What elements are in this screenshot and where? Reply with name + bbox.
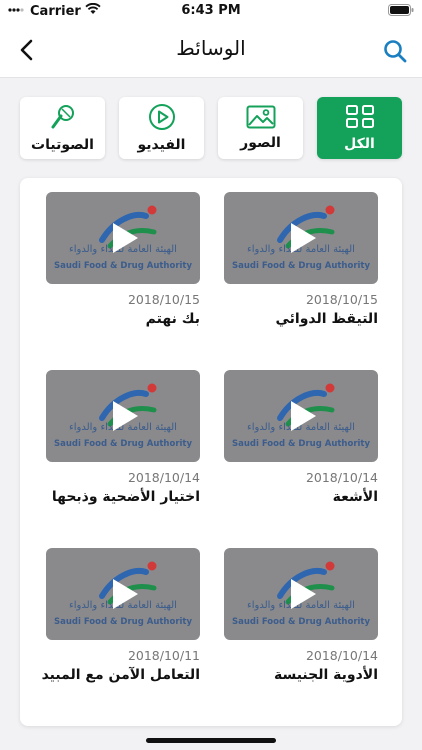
media-title: الأدوية الجنيسة [273, 667, 378, 683]
media-date: 2018/10/15 [127, 292, 200, 307]
org-name-en: Saudi Food & Drug Authority [231, 439, 371, 449]
play-icon[interactable] [105, 576, 141, 612]
org-name-en: Saudi Food & Drug Authority [231, 261, 371, 271]
tab-all[interactable]: الكل [317, 97, 402, 159]
media-item[interactable]: الهيئة العامة للغذاء والدواء Saudi Food &… [224, 370, 378, 505]
media-item[interactable]: الهيئة العامة للغذاء والدواء Saudi Food &… [46, 192, 200, 327]
media-title: التيقظ الدوائي [275, 311, 379, 327]
play-icon[interactable] [283, 398, 319, 434]
org-name-en: Saudi Food & Drug Authority [53, 617, 193, 627]
tab-audio[interactable]: الصوتيات [20, 97, 105, 159]
play-icon[interactable] [283, 220, 319, 256]
media-title: الأشعة [332, 489, 378, 505]
media-title: اختيار الأضحية وذبحها [51, 489, 200, 505]
microphone-icon [51, 105, 74, 129]
tab-video-label: الفيديو [137, 137, 186, 153]
media-date: 2018/10/15 [305, 292, 378, 307]
search-icon [384, 40, 407, 63]
media-item[interactable]: الهيئة العامة للغذاء والدواء Saudi Food &… [46, 370, 200, 505]
org-name-en: Saudi Food & Drug Authority [53, 439, 193, 449]
media-title: بك نهتم [145, 311, 200, 327]
video-thumbnail[interactable]: الهيئة العامة للغذاء والدواء Saudi Food &… [46, 548, 200, 640]
org-name-en: Saudi Food & Drug Authority [231, 617, 371, 627]
battery-icon [388, 4, 414, 20]
navigation-bar: الوسائط [0, 22, 422, 78]
video-thumbnail[interactable]: الهيئة العامة للغذاء والدواء Saudi Food &… [46, 370, 200, 462]
image-icon [246, 105, 275, 129]
tab-images-label: الصور [240, 135, 281, 151]
grid-icon [345, 105, 374, 128]
play-icon[interactable] [283, 576, 319, 612]
org-name-en: Saudi Food & Drug Authority [53, 261, 193, 271]
tab-audio-label: الصوتيات [31, 137, 94, 153]
media-filter-tabs: الكل الصور الفيديو الصوتيات [20, 97, 402, 159]
video-thumbnail[interactable]: الهيئة العامة للغذاء والدواء Saudi Food &… [224, 548, 378, 640]
tab-images[interactable]: الصور [218, 97, 303, 159]
media-date: 2018/10/14 [305, 648, 378, 663]
home-indicator [146, 738, 276, 743]
video-thumbnail[interactable]: الهيئة العامة للغذاء والدواء Saudi Food &… [224, 192, 378, 284]
status-time: 6:43 PM [181, 3, 241, 18]
tab-video[interactable]: الفيديو [119, 97, 204, 159]
play-circle-icon [148, 104, 175, 130]
media-grid: الهيئة العامة للغذاء والدواء Saudi Food &… [20, 178, 402, 726]
play-icon[interactable] [105, 398, 141, 434]
media-title: التعامل الآمن مع المبيد [41, 667, 200, 683]
status-bar: Carrier 6:43 PM [0, 0, 422, 22]
media-item[interactable]: الهيئة العامة للغذاء والدواء Saudi Food &… [224, 192, 378, 327]
media-list-card: الهيئة العامة للغذاء والدواء Saudi Food &… [20, 178, 402, 726]
play-icon[interactable] [105, 220, 141, 256]
media-date: 2018/10/14 [127, 470, 200, 485]
page-title: الوسائط [176, 36, 246, 60]
media-date: 2018/10/11 [127, 648, 200, 663]
video-thumbnail[interactable]: الهيئة العامة للغذاء والدواء Saudi Food &… [224, 370, 378, 462]
media-item[interactable]: الهيئة العامة للغذاء والدواء Saudi Food &… [224, 548, 378, 683]
media-item[interactable]: الهيئة العامة للغذاء والدواء Saudi Food &… [41, 548, 200, 683]
media-date: 2018/10/14 [305, 470, 378, 485]
video-thumbnail[interactable]: الهيئة العامة للغذاء والدواء Saudi Food &… [46, 192, 200, 284]
tab-all-label: الكل [344, 136, 375, 152]
search-button[interactable] [380, 36, 410, 66]
